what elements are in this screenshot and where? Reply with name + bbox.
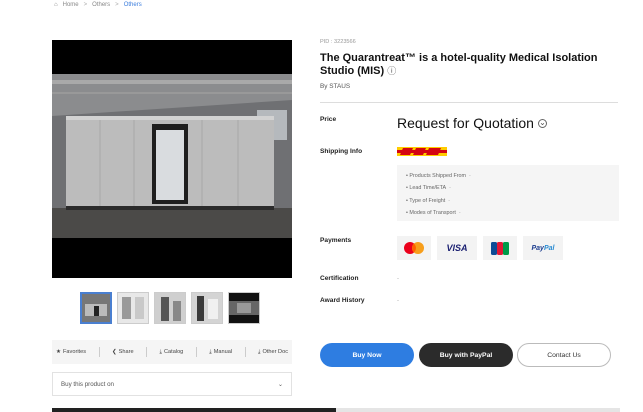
favorites-button[interactable]: ★ Favorites [56, 349, 86, 355]
dhl-logo [397, 147, 447, 156]
download-icon: ⤓ [209, 348, 212, 355]
product-action-bar: ★ Favorites ❮ Share ⤓ Catalog ⤓ Manual ⤓… [52, 340, 292, 364]
price-value: Request for Quotation ⌄ [397, 115, 547, 131]
chevron-down-icon: ⌄ [277, 380, 283, 388]
divider [244, 347, 246, 357]
breadcrumb-home[interactable]: Home [63, 2, 79, 8]
visa-icon: VISA [437, 236, 477, 260]
thumbnail-strip [80, 292, 260, 324]
divider [98, 347, 100, 357]
price-label: Price [320, 116, 337, 123]
catalog-download-button[interactable]: ⤓ Catalog [160, 349, 184, 356]
star-icon: ★ [56, 349, 62, 355]
mastercard-icon [397, 236, 431, 260]
manual-download-button[interactable]: ⤓ Manual [209, 349, 232, 356]
divider [195, 347, 197, 357]
buy-now-button[interactable]: Buy Now [320, 343, 414, 367]
award-history-label: Award History [320, 297, 365, 304]
share-button[interactable]: ❮ Share [112, 349, 134, 355]
product-id: PID : 3223566 [320, 39, 356, 45]
payments-label: Payments [320, 237, 352, 244]
thumbnail-2[interactable] [117, 292, 149, 324]
product-main-image[interactable] [52, 40, 292, 278]
breadcrumb-separator: > [83, 2, 88, 8]
breadcrumb-current[interactable]: Others [124, 2, 142, 8]
product-brand: By STAUS [320, 83, 351, 90]
home-icon[interactable]: ⌂ [54, 2, 58, 8]
other-doc-download-button[interactable]: ⤓ Other Doc [258, 349, 288, 356]
breadcrumb: ⌂ Home > Others > Others [54, 2, 142, 8]
shipping-item: • Type of Freight - [406, 197, 451, 204]
buy-with-paypal-button[interactable]: Buy with PayPal [419, 343, 513, 367]
shipping-info-box: • Products Shipped From - • Lead Time/ETA… [397, 165, 619, 221]
payment-methods: VISA PayPal [397, 236, 563, 260]
breadcrumb-separator: > [115, 2, 119, 8]
jcb-icon [483, 236, 517, 260]
divider [146, 347, 148, 357]
product-title: The Quarantreat™ is a hotel-quality Medi… [320, 52, 598, 77]
award-history-value: - [397, 298, 399, 304]
contact-us-button[interactable]: Contact Us [517, 343, 611, 367]
download-icon: ⤓ [159, 348, 163, 355]
shipping-item: • Products Shipped From - [406, 173, 471, 179]
shipping-item: • Lead Time/ETA - [406, 185, 451, 192]
certification-value: - [397, 276, 399, 282]
shipping-item: • Modes of Transport - [406, 210, 461, 217]
shipping-info-label: Shipping Info [320, 148, 363, 155]
brand-link[interactable]: STAUS [329, 83, 350, 90]
paypal-icon: PayPal [523, 236, 563, 260]
scroll-indicator-fill [52, 408, 336, 412]
thumbnail-3[interactable] [154, 292, 186, 324]
buy-product-on-label: Buy this product on [61, 380, 114, 388]
info-icon[interactable]: ⓘ [387, 66, 396, 76]
download-icon: ⤓ [258, 348, 261, 355]
thumbnail-5[interactable] [228, 292, 260, 324]
breadcrumb-level1[interactable]: Others [92, 2, 110, 8]
certification-label: Certification [320, 275, 359, 282]
chevron-down-icon[interactable]: ⌄ [537, 118, 547, 128]
thumbnail-4[interactable] [191, 292, 223, 324]
buy-product-on-dropdown[interactable]: Buy this product on ⌄ [52, 372, 292, 396]
product-photo-illustration [52, 40, 292, 278]
section-scroll-indicator [52, 408, 620, 412]
thumbnail-1[interactable] [80, 292, 112, 324]
divider [320, 102, 618, 103]
share-icon: ❮ [111, 349, 117, 355]
